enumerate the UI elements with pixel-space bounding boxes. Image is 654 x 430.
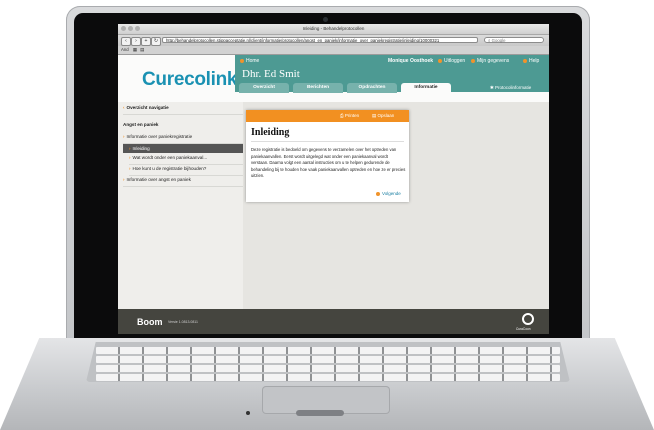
sleep-led <box>246 411 250 415</box>
next-arrow-icon <box>376 191 380 196</box>
site-header: Curecolink Home Dhr. Ed Smit Monique Oos… <box>118 55 549 102</box>
save-button[interactable]: ▤ Opslaan <box>372 113 394 119</box>
site-footer: Boom Versie 1.0813.0811 CuraCoon <box>118 309 549 334</box>
logout-link[interactable]: Uitloggen <box>438 58 465 64</box>
chevron-right-icon: › <box>129 155 131 160</box>
print-button[interactable]: ⎙ Printen <box>340 113 359 118</box>
home-bullet-icon <box>240 58 244 63</box>
sidebar-item-label: Wat wordt onder een paniekaanval... <box>132 155 208 160</box>
chevron-right-icon: › <box>129 146 131 151</box>
help-label: Help <box>529 58 540 64</box>
sidebar-overview-link[interactable]: ‹ Overzicht navigatie <box>123 105 248 115</box>
client-name: Dhr. Ed Smit <box>242 68 300 80</box>
key-row <box>96 365 560 372</box>
help-bullet-icon <box>523 58 527 63</box>
sidebar-item-label: Inleiding <box>132 146 150 151</box>
my-data-bullet-icon <box>471 58 475 63</box>
bookmarks-book-icon[interactable]: ▤ <box>140 47 144 52</box>
drive-slot <box>296 410 344 416</box>
version-text: Versie 1.0813.0811 <box>168 320 198 324</box>
back-icon[interactable]: ‹ <box>121 37 131 46</box>
add-bookmark-icon[interactable]: + <box>141 37 151 46</box>
protocol-info-label: Protocolinformatie <box>495 85 532 90</box>
screen: Inleiding - Behandelprotocollen ‹ › + ↻ … <box>118 24 549 334</box>
main-panel: ⎙ Printen ▤ Opslaan Inleiding Deze regis… <box>243 102 549 309</box>
chevron-right-icon: › <box>123 134 125 139</box>
key-row <box>96 374 560 381</box>
tab-berichten[interactable]: Berichten <box>293 83 343 93</box>
protocol-info-link[interactable]: ✱ Protocolinformatie <box>490 85 531 91</box>
sidebar-overview-label: Overzicht navigatie <box>126 105 169 110</box>
window-title: Inleiding - Behandelprotocollen <box>302 26 365 31</box>
search-input[interactable]: ⌕ Google <box>484 37 544 43</box>
save-label: Opslaan <box>377 113 395 118</box>
dialog-divider <box>251 141 404 142</box>
camera-icon <box>323 17 328 22</box>
chevron-left-icon: ‹ <box>123 105 125 110</box>
info-dialog: ⎙ Printen ▤ Opslaan Inleiding Deze regis… <box>246 110 409 202</box>
dialog-body: Deze registratie is bedoeld om gegevens … <box>251 147 406 178</box>
logout-label: Uitloggen <box>444 58 466 64</box>
logo[interactable]: Curecolink <box>142 69 238 91</box>
forward-icon[interactable]: › <box>131 37 141 46</box>
chevron-right-icon: › <box>123 177 125 182</box>
sidebar-item-registratie-bijhouden[interactable]: › Hoe kunt u de registratie bijhouden? <box>129 166 243 176</box>
curacoon-logo-icon <box>522 313 534 325</box>
logout-bullet-icon <box>438 58 442 63</box>
bookmarks-bar: And ▦ ▤ <box>118 46 549 55</box>
dialog-title: Inleiding <box>251 127 290 138</box>
sidebar: ‹ Overzicht navigatie Angst en paniek › In… <box>118 102 248 309</box>
browser-titlebar: Inleiding - Behandelprotocollen <box>118 24 549 35</box>
reload-icon[interactable]: ↻ <box>151 37 161 46</box>
my-data-label: Mijn gegevens <box>477 58 510 64</box>
sidebar-item-inleiding[interactable]: › Inleiding <box>123 144 243 153</box>
address-bar[interactable]: http://behandelprotocollen.stippacceptat… <box>162 37 478 43</box>
sidebar-item-paniekaanval[interactable]: › Wat wordt onder een paniekaanval... <box>129 155 243 165</box>
footer-brand: Boom <box>137 317 163 327</box>
tab-opdrachten[interactable]: Opdrachten <box>347 83 397 93</box>
content-area: ‹ Overzicht navigatie Angst en paniek › In… <box>118 102 549 309</box>
current-user: Monique Oosthoek <box>388 58 433 64</box>
footer-logo-label: CuraCoon <box>516 327 531 331</box>
home-link[interactable]: Home <box>240 58 259 64</box>
tab-overzicht[interactable]: Overzicht <box>239 83 289 93</box>
help-link[interactable]: Help <box>523 58 539 64</box>
key-row <box>96 356 560 363</box>
chevron-right-icon: › <box>129 166 131 171</box>
sidebar-item-label: Informatie over angst en paniek <box>126 177 191 182</box>
sidebar-item-paniekregistratie[interactable]: › Informatie over paniekregistratie <box>123 134 243 144</box>
bookmarks-label[interactable]: And <box>121 47 129 52</box>
key-row <box>96 347 560 354</box>
my-data-link[interactable]: Mijn gegevens <box>471 58 509 64</box>
bookmarks-grid-icon[interactable]: ▦ <box>133 47 137 52</box>
sidebar-item-angst-en-paniek[interactable]: › Informatie over angst en paniek <box>123 177 243 187</box>
next-label: Volgende <box>382 191 401 196</box>
search-placeholder: Google <box>491 38 506 43</box>
home-label: Home <box>246 58 260 64</box>
sidebar-item-label: Informatie over paniekregistratie <box>126 134 193 139</box>
sidebar-section-title: Angst en paniek <box>123 122 159 127</box>
sidebar-item-label: Hoe kunt u de registratie bijhouden? <box>132 166 207 171</box>
tab-informatie[interactable]: Informatie <box>401 83 451 93</box>
print-label: Printen <box>344 113 360 118</box>
next-button[interactable]: Volgende <box>376 191 401 196</box>
browser-toolbar: ‹ › + ↻ http://behandelprotocollen.stipp… <box>118 35 549 46</box>
